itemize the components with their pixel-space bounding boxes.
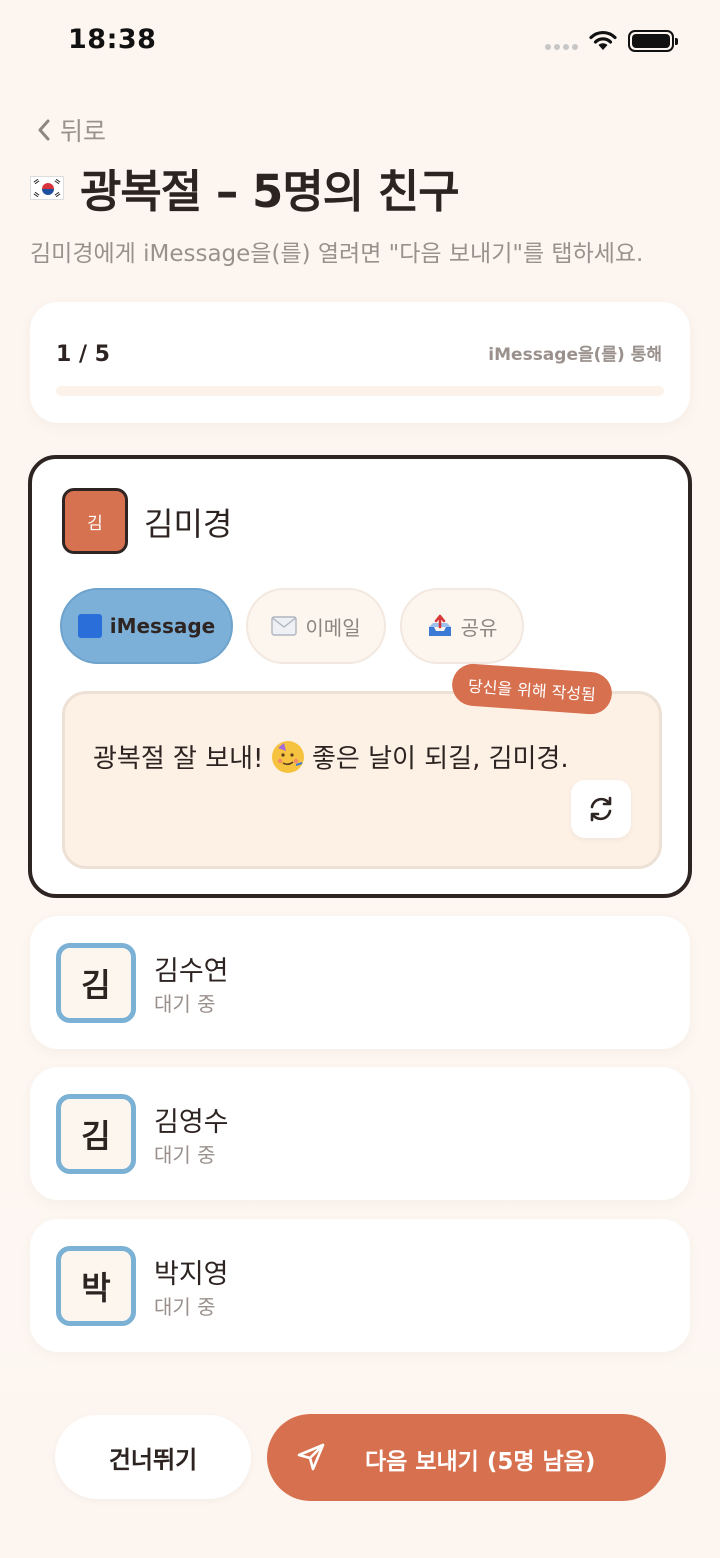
paper-plane-icon <box>297 1443 325 1471</box>
send-next-button[interactable]: 다음 보내기 (5명 남음) <box>267 1414 666 1501</box>
avatar: 김 <box>62 488 128 554</box>
friend-row[interactable]: 김 김영수 대기 중 <box>30 1067 690 1200</box>
regenerate-button[interactable] <box>571 780 631 838</box>
progress-card: 1 / 5 iMessage을(를) 통해 <box>30 302 690 423</box>
avatar: 박 <box>56 1246 136 1326</box>
envelope-icon <box>271 616 298 636</box>
page-header: 광복절 – 5명의 친구 <box>30 155 460 220</box>
active-contact-card: 김 김미경 iMessage 이메일 공유 광복절 잘 보내! 좋은 날이 되길… <box>28 455 692 898</box>
message-text[interactable]: 광복절 잘 보내! 좋은 날이 되길, 김미경. <box>93 738 569 775</box>
friend-status: 대기 중 <box>154 992 216 1016</box>
friend-name: 박지영 <box>154 1259 229 1290</box>
cellular-signal-icon <box>545 44 578 50</box>
channel-imessage-button[interactable]: iMessage <box>60 588 233 664</box>
message-editor[interactable]: 광복절 잘 보내! 좋은 날이 되길, 김미경. <box>62 691 662 869</box>
outbox-tray-icon <box>428 614 451 636</box>
channel-email-button[interactable]: 이메일 <box>246 588 386 664</box>
back-button[interactable]: 뒤로 <box>36 112 106 148</box>
page-title: 광복절 – 5명의 친구 <box>80 165 460 218</box>
avatar: 김 <box>56 943 136 1023</box>
korea-flag-icon <box>30 175 64 200</box>
friend-row[interactable]: 박 박지영 대기 중 <box>30 1219 690 1352</box>
back-label: 뒤로 <box>60 117 107 146</box>
send-next-label: 다음 보내기 (5명 남음) <box>365 1449 596 1475</box>
friend-row[interactable]: 김 김수연 대기 중 <box>30 916 690 1049</box>
friend-status: 대기 중 <box>154 1295 216 1319</box>
status-bar: 18:38 <box>0 0 720 80</box>
progress-bar <box>56 386 664 396</box>
page-subtitle: 김미경에게 iMessage을(를) 열려면 "다음 보내기"를 탭하세요. <box>30 241 644 267</box>
progress-count: 1 / 5 <box>56 342 110 367</box>
partying-face-icon <box>271 741 304 773</box>
refresh-icon <box>590 796 612 822</box>
chevron-left-icon <box>38 119 50 141</box>
wifi-icon <box>589 30 617 50</box>
friend-status: 대기 중 <box>154 1143 216 1167</box>
contact-name: 김미경 <box>144 505 233 543</box>
progress-channel: iMessage을(를) 통해 <box>488 345 662 365</box>
channel-label: 이메일 <box>305 615 361 640</box>
skip-button[interactable]: 건너뛰기 <box>55 1415 251 1499</box>
channel-share-button[interactable]: 공유 <box>400 588 524 664</box>
channel-label: iMessage <box>109 614 216 638</box>
channel-label: 공유 <box>460 615 498 640</box>
battery-icon <box>628 30 678 52</box>
avatar: 김 <box>56 1094 136 1174</box>
friend-name: 김영수 <box>154 1107 229 1138</box>
status-time: 18:38 <box>68 24 157 55</box>
blue-square-icon <box>77 614 102 638</box>
friend-name: 김수연 <box>154 956 229 987</box>
